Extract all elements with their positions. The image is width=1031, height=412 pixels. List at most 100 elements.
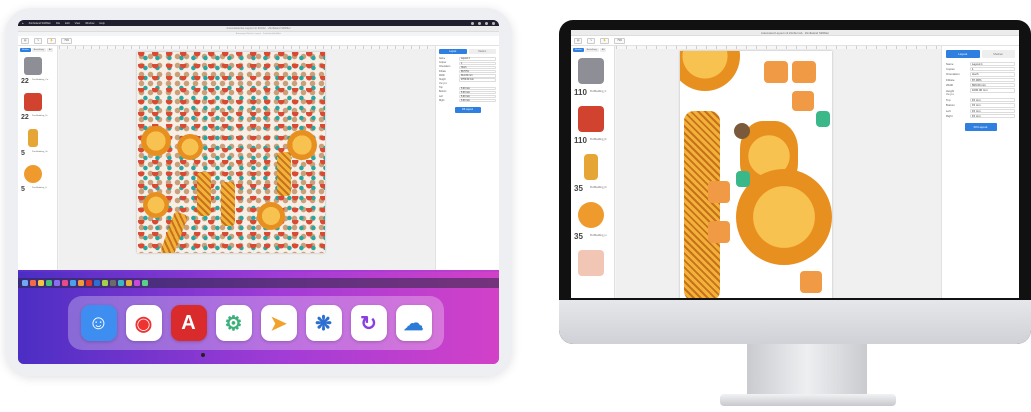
tab-all[interactable]: All — [46, 48, 54, 52]
app-icon[interactable] — [38, 280, 44, 286]
tab-order[interactable]: Bestellung — [31, 48, 46, 52]
fox-sticker[interactable] — [764, 61, 788, 83]
menu-help[interactable]: Help — [99, 22, 104, 25]
lion-sticker[interactable] — [143, 192, 169, 218]
fox-sticker[interactable] — [800, 271, 822, 293]
app-icon[interactable] — [46, 280, 52, 286]
fill-layout-button[interactable]: Fill Layout — [964, 122, 997, 131]
lion-sticker[interactable] — [141, 126, 171, 156]
chameleon-sticker[interactable] — [816, 111, 830, 127]
app-icon[interactable] — [70, 280, 76, 286]
fox-sticker[interactable] — [708, 181, 730, 203]
lion-sticker[interactable] — [177, 134, 203, 160]
menu-edit[interactable]: Edit — [65, 22, 69, 25]
app-icon[interactable] — [78, 280, 84, 286]
margin-bottom-field[interactable]: 15 mm — [970, 103, 1015, 108]
apple-icon[interactable]: ● — [22, 22, 24, 25]
select-tool-button[interactable]: ↖ — [34, 37, 43, 44]
sidebar-toggle-button[interactable]: ▤ — [574, 37, 583, 44]
blob-app-icon[interactable]: ❋ — [305, 305, 342, 341]
app-icon[interactable] — [94, 280, 100, 286]
finder-icon[interactable]: ☺ — [80, 305, 117, 341]
margin-left-field[interactable]: 15 mm — [970, 108, 1015, 114]
fox-sticker[interactable] — [792, 61, 816, 83]
send-app-icon[interactable]: ➤ — [260, 305, 297, 341]
app-icon[interactable] — [22, 280, 28, 286]
gear-app-icon[interactable]: ⚙ — [215, 305, 252, 341]
giraffe-sticker[interactable] — [221, 182, 235, 226]
app-icon[interactable] — [142, 280, 148, 286]
menu-window[interactable]: Window — [85, 22, 94, 25]
clock-icon[interactable] — [492, 21, 495, 25]
tab-media[interactable]: Medien — [981, 50, 1015, 58]
app-icon[interactable] — [62, 280, 68, 286]
list-item[interactable]: 5 PurrBedding_Li — [20, 163, 55, 197]
hand-tool-button[interactable]: ✋ — [47, 37, 57, 44]
print-sheet[interactable] — [680, 51, 832, 298]
property-name-field[interactable]: Layout 1 — [459, 57, 496, 61]
list-item[interactable]: 22 PurrBedding_Ca — [20, 55, 55, 89]
tab-parts[interactable]: Stücke — [20, 48, 31, 52]
chrome-icon[interactable]: ◉ — [125, 305, 162, 341]
property-height-field[interactable]: 1000.00 mm — [970, 88, 1015, 93]
chameleon-sticker[interactable] — [736, 171, 750, 187]
fox-sticker[interactable] — [708, 221, 730, 243]
menu-file[interactable]: File — [56, 22, 60, 25]
tab-media[interactable]: Medien — [468, 49, 496, 54]
zoom-select[interactable]: 79% — [614, 37, 626, 44]
margin-top-field[interactable]: 15 mm — [970, 97, 1015, 103]
margin-bottom-field[interactable]: 5.00 mm — [459, 90, 496, 95]
tab-order[interactable]: Bestellung — [584, 48, 599, 52]
zoom-select[interactable]: 79% — [61, 37, 73, 44]
select-tool-button[interactable]: ↖ — [587, 37, 596, 44]
list-item[interactable]: 110 PurrBedding_C — [573, 55, 612, 103]
sync-app-icon[interactable]: ↻ — [350, 305, 387, 341]
wifi-icon[interactable] — [471, 21, 474, 25]
list-item[interactable]: 5 PurrBedding_Gi — [20, 127, 55, 161]
monkey-sticker[interactable] — [734, 123, 750, 139]
layout-canvas[interactable] — [59, 49, 435, 270]
margin-top-field[interactable]: 5.00 mm — [459, 86, 496, 90]
onedrive-icon[interactable]: ☁ — [395, 305, 432, 341]
hand-tool-button[interactable]: ✋ — [600, 37, 610, 44]
property-orientation-field[interactable]: Hoch — [970, 72, 1015, 77]
property-copies-field[interactable]: 1 — [970, 66, 1015, 72]
margin-left-field[interactable]: 5.00 mm — [459, 94, 496, 99]
app-icon[interactable] — [126, 280, 132, 286]
app-icon[interactable] — [102, 280, 108, 286]
margin-right-field[interactable]: 5.00 mm — [459, 99, 496, 103]
app-icon[interactable] — [86, 280, 92, 286]
lion-sticker[interactable] — [287, 130, 317, 160]
property-orientation-field[interactable]: Hoch — [459, 65, 496, 70]
giraffe-sticker[interactable] — [684, 111, 720, 298]
app-icon[interactable] — [134, 280, 140, 286]
list-item[interactable] — [573, 247, 612, 295]
app-icon[interactable] — [54, 280, 60, 286]
print-sheet[interactable] — [137, 52, 325, 253]
menu-view[interactable]: View — [75, 22, 81, 25]
list-item[interactable]: 22 PurrBedding_Di — [20, 91, 55, 125]
list-item[interactable]: 110 PurrBedding_D — [573, 103, 612, 151]
margin-right-field[interactable]: 15 mm — [970, 114, 1015, 119]
list-item[interactable]: 35 PurrBedding_Li — [573, 199, 612, 247]
property-copies-field[interactable]: 1 — [459, 61, 496, 65]
property-width-field[interactable]: 914.00 mm — [459, 74, 496, 78]
app-icon[interactable] — [110, 280, 116, 286]
fox-sticker[interactable] — [792, 91, 814, 111]
tab-parts[interactable]: Stücke — [573, 48, 584, 52]
property-width-field[interactable]: 609.60 mm — [970, 83, 1015, 88]
app-icon[interactable] — [118, 280, 124, 286]
tab-layout[interactable]: Layout — [946, 50, 980, 58]
giraffe-sticker[interactable] — [197, 172, 211, 216]
property-name-field[interactable]: Layout 1 — [970, 61, 1015, 66]
menubar-app-name[interactable]: Zünfteland Stiftfilter — [29, 22, 51, 25]
acrobat-icon[interactable]: A — [170, 305, 207, 341]
sidebar-toggle-button[interactable]: ▤ — [21, 37, 30, 44]
fill-layout-button[interactable]: Fill Layout — [454, 106, 481, 113]
tab-all[interactable]: All — [599, 48, 607, 52]
lion-sticker[interactable] — [736, 169, 832, 265]
lion-sticker[interactable] — [680, 51, 740, 91]
giraffe-sticker[interactable] — [277, 152, 291, 196]
tab-layout[interactable]: Layout — [439, 49, 467, 54]
list-item[interactable]: 35 PurrBedding_Fi — [573, 151, 612, 199]
